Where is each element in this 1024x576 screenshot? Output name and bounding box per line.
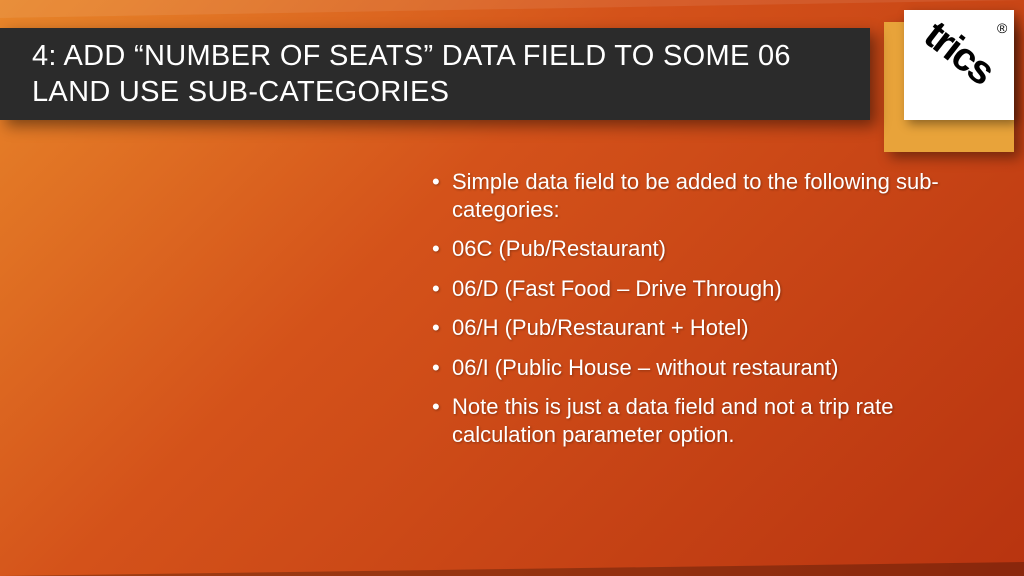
registered-mark: ®	[997, 20, 1008, 36]
list-item: 06/D (Fast Food – Drive Through)	[430, 275, 950, 303]
bevel-top	[0, 0, 1024, 18]
logo-box: ® trics	[904, 10, 1014, 120]
slide-title: 4: ADD “NUMBER OF SEATS” DATA FIELD TO S…	[32, 38, 850, 111]
list-item: 06C (Pub/Restaurant)	[430, 235, 950, 263]
list-item: 06/I (Public House – without restaurant)	[430, 354, 950, 382]
trics-logo-icon: ® trics	[909, 15, 1009, 115]
svg-text:trics: trics	[916, 15, 1002, 93]
bevel-bottom	[0, 562, 1024, 576]
list-item: Note this is just a data field and not a…	[430, 393, 950, 448]
list-item: Simple data field to be added to the fol…	[430, 168, 950, 223]
title-bar: 4: ADD “NUMBER OF SEATS” DATA FIELD TO S…	[0, 28, 870, 120]
list-item: 06/H (Pub/Restaurant + Hotel)	[430, 314, 950, 342]
bullet-list: Simple data field to be added to the fol…	[430, 168, 950, 460]
